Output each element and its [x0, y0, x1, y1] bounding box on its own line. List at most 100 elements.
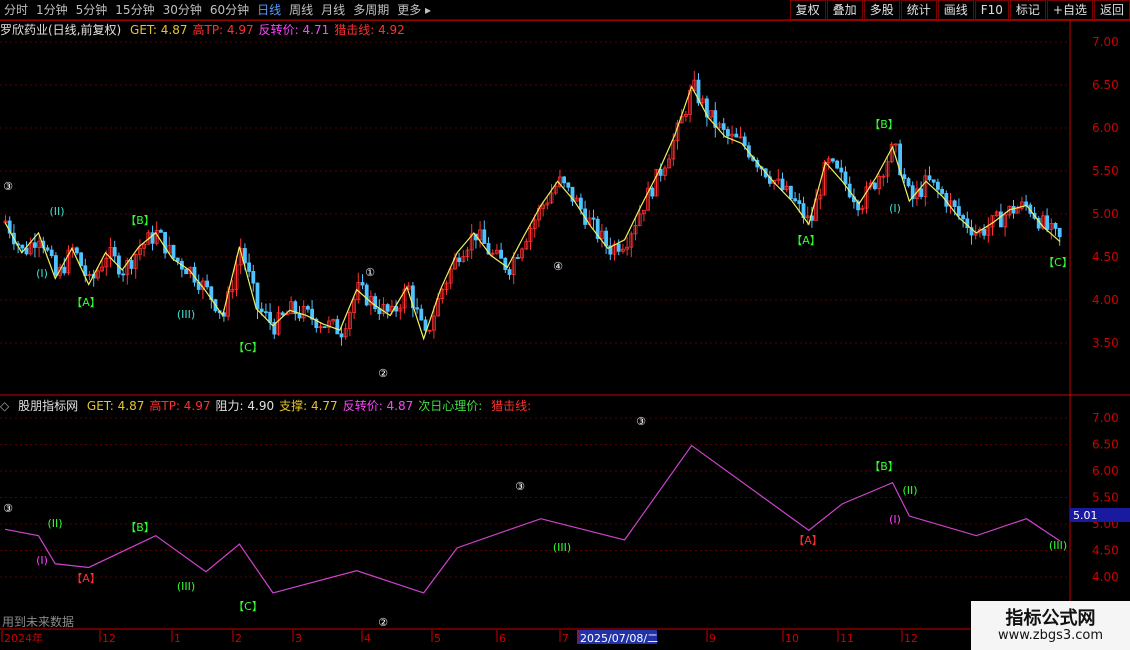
candle-body	[54, 255, 58, 276]
wave-label: (II)	[49, 205, 64, 218]
candle-body	[742, 136, 747, 147]
candle-body	[364, 284, 369, 306]
candle-body	[616, 243, 621, 252]
indicator-value-2: 阻力: 4.90	[215, 399, 275, 413]
candle-body	[268, 311, 273, 323]
y-tick-sub: 5.50	[1092, 491, 1119, 505]
price-tag: 5.01	[1073, 509, 1098, 522]
candle-body	[1011, 205, 1016, 214]
candle-body	[516, 257, 520, 259]
x-label: 4	[364, 632, 371, 645]
sub-wave-label: 【C】	[233, 600, 263, 613]
wave-label: ①	[365, 266, 375, 279]
candle-body	[255, 282, 260, 310]
indicator-value-2: 反转价: 4.71	[258, 23, 330, 37]
indicator-value-3: 猎击线: 4.92	[334, 23, 405, 37]
y-tick-sub: 4.00	[1092, 570, 1119, 584]
wave-label: ③	[3, 180, 13, 193]
candle-body	[906, 178, 911, 187]
candle-body	[650, 187, 655, 197]
wave-label: (I)	[889, 202, 901, 215]
candle-body	[835, 160, 839, 169]
candle-body	[280, 312, 285, 316]
indicator-value-4: 反转价: 4.87	[342, 399, 414, 413]
candle-body	[936, 181, 940, 190]
candle-body	[75, 247, 79, 254]
candle-body	[793, 198, 797, 202]
candle-body	[873, 182, 877, 190]
candle-body	[902, 174, 907, 180]
stock-title: 罗欣药业(日线,前复权)	[0, 23, 122, 37]
candle-body	[129, 260, 134, 269]
indicator-value-0: GET: 4.87	[86, 399, 145, 413]
candle-body	[579, 197, 583, 210]
candle-body	[940, 188, 944, 194]
sub-wave-label: (II)	[47, 517, 62, 530]
candle-body	[726, 129, 730, 137]
candle-body	[112, 247, 117, 257]
x-label: 12	[102, 632, 116, 645]
candle-body	[49, 249, 54, 256]
candle-body	[263, 311, 268, 314]
candle-body	[305, 306, 310, 310]
wave-label: 【B】	[869, 118, 899, 131]
candle-body	[33, 242, 37, 248]
watermark-title: 指标公式网	[1005, 608, 1096, 629]
candle-body	[1045, 215, 1049, 230]
candle-body	[419, 308, 424, 321]
y-tick-main: 6.00	[1092, 121, 1119, 135]
x-label: 9	[709, 632, 716, 645]
candle-body	[919, 188, 923, 197]
candle-body	[927, 175, 932, 181]
wave-label: 【C】	[1043, 256, 1073, 269]
wave-label: (I)	[36, 267, 48, 280]
y-tick-sub: 6.00	[1092, 464, 1119, 478]
sub-wave-label: ②	[378, 616, 388, 629]
wave-label: 【A】	[791, 234, 821, 247]
price-chart[interactable]: 7.00 6.50 6.00 5.50 5.00 4.50 4.00 3.50 7.00 6.50…	[0, 0, 1130, 650]
candle-body	[415, 307, 420, 310]
indicator-title: 股朋指标网	[18, 399, 79, 413]
indicator-value-6: 猎击线:	[491, 399, 532, 413]
candle-body	[831, 158, 835, 162]
wave-label: (III)	[177, 308, 195, 321]
candle-body	[184, 268, 189, 275]
sub-wave-label: (III)	[1049, 539, 1067, 552]
candle-body	[62, 266, 67, 274]
sub-wave-label: (III)	[177, 580, 195, 593]
candle-body	[322, 326, 327, 329]
sub-wave-label: 【A】	[793, 534, 823, 547]
wave-label: ④	[553, 260, 563, 273]
candle-body	[457, 257, 462, 263]
y-tick-main: 5.50	[1092, 164, 1119, 178]
y-tick-main: 5.00	[1092, 207, 1119, 221]
wave-label: 【A】	[71, 296, 101, 309]
sub-wave-label: 【B】	[869, 460, 899, 473]
candle-body	[171, 244, 176, 259]
candle-body	[982, 228, 986, 236]
candle-body	[604, 230, 608, 247]
x-label: 5	[434, 632, 441, 645]
x-label: 1	[174, 632, 181, 645]
candle-body	[721, 123, 726, 130]
candle-body	[1057, 228, 1062, 238]
indicator-value-3: 支撑: 4.77	[279, 399, 338, 413]
y-tick-sub: 4.50	[1092, 544, 1119, 558]
candle-body	[931, 179, 936, 183]
candle-body	[780, 178, 785, 191]
sub-wave-label: 【A】	[71, 572, 101, 585]
indicator-value-0: GET: 4.87	[130, 23, 188, 37]
candle-body	[734, 133, 739, 138]
candle-body	[335, 319, 340, 335]
collapse-icon[interactable]: ◇	[0, 399, 9, 413]
candle-body	[1024, 201, 1028, 206]
sub-wave-label: (I)	[36, 554, 48, 567]
sub-indicator-line	[4, 444, 1061, 594]
candle-body	[507, 269, 512, 275]
candle-body	[45, 247, 50, 251]
y-tick-main: 3.50	[1092, 336, 1119, 350]
sub-wave-label: (II)	[902, 484, 917, 497]
y-tick-sub: 7.00	[1092, 411, 1119, 425]
wave-label: 【B】	[125, 214, 155, 227]
sub-wave-label: (III)	[553, 541, 571, 554]
